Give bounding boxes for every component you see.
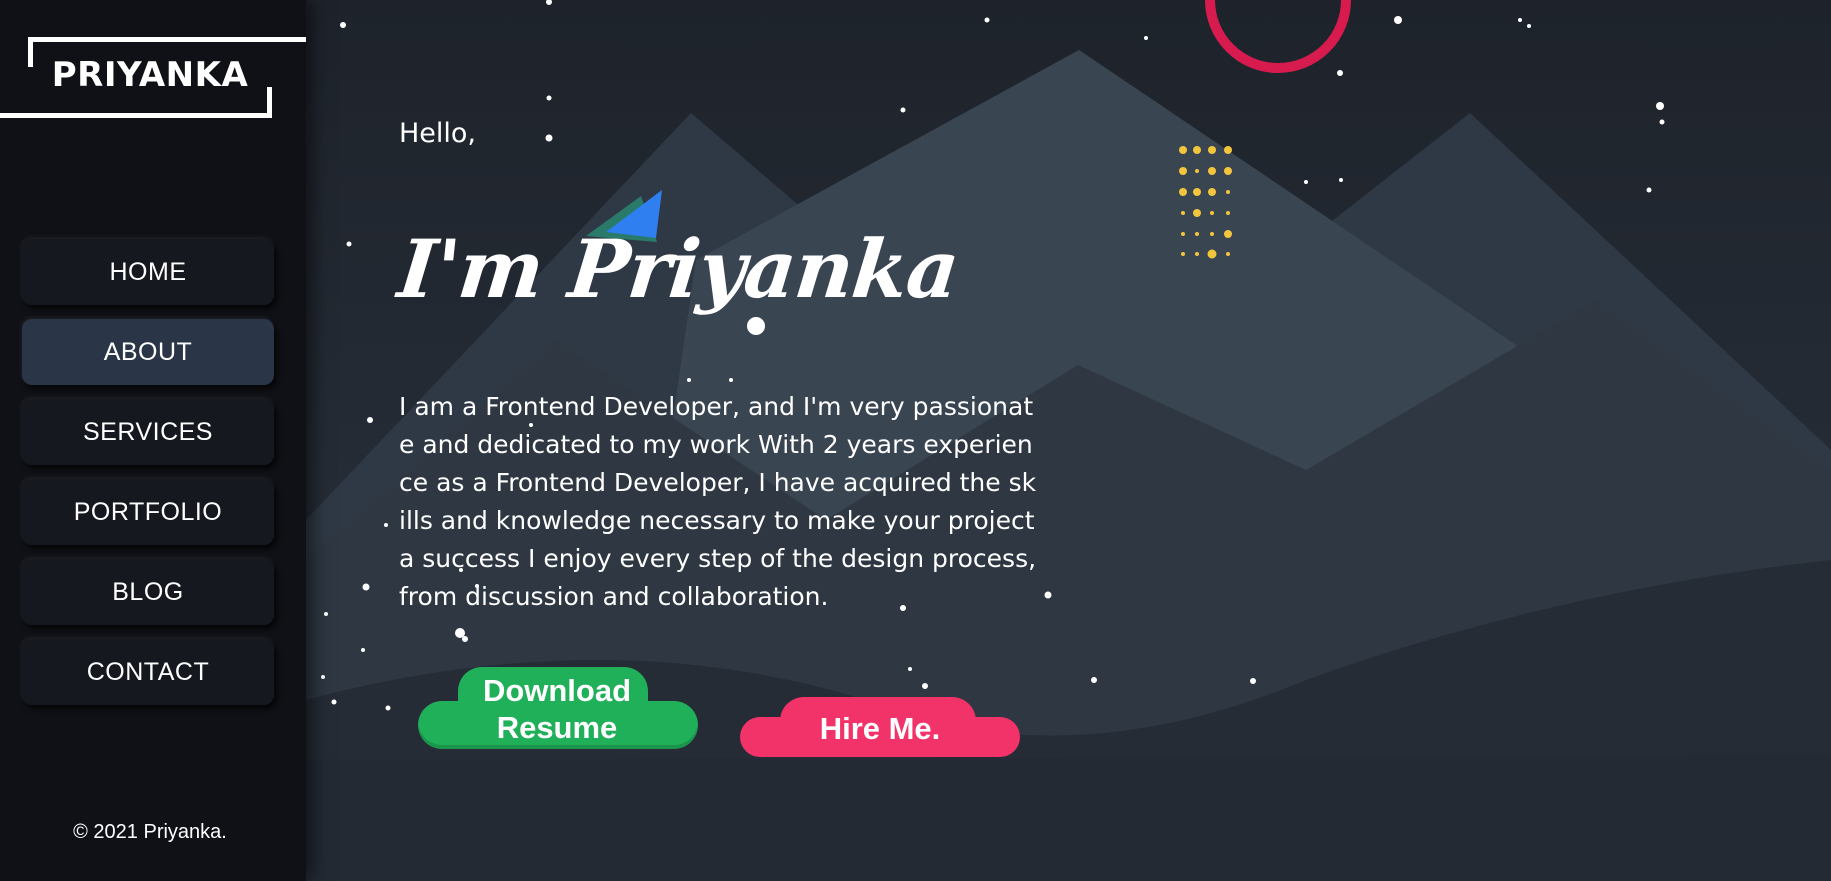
hero-title: I'm Priyanka — [394, 222, 963, 316]
nav-item-about[interactable]: ABOUT — [22, 319, 274, 385]
copyright: © 2021 Priyanka. — [73, 821, 227, 843]
hero-section: Hello, I'm Priyanka I am a Frontend Deve… — [306, 0, 1831, 881]
nav-item-home[interactable]: HOME — [22, 239, 274, 305]
nav-item-blog[interactable]: BLOG — [22, 559, 274, 625]
nav-item-services[interactable]: SERVICES — [22, 399, 274, 465]
download-resume-label: Download Resume — [482, 673, 632, 745]
hire-me-label: Hire Me. — [819, 711, 941, 746]
greeting: Hello, — [399, 118, 477, 149]
download-resume-button[interactable]: Download Resume — [418, 667, 698, 749]
sidebar: PRIYANKA HOME ABOUT SERVICES PORTFOLIO B… — [0, 0, 306, 881]
nav-item-portfolio[interactable]: PORTFOLIO — [22, 479, 274, 545]
logo-text: PRIYANKA — [51, 55, 249, 95]
hire-me-button[interactable]: Hire Me. — [740, 697, 1020, 759]
nav-item-contact[interactable]: CONTACT — [22, 639, 274, 705]
logo-frame-bottom — [0, 113, 272, 118]
logo-frame-top — [28, 37, 306, 42]
hero-description: I am a Frontend Developer, and I'm very … — [399, 392, 1037, 611]
main-nav: HOME ABOUT SERVICES PORTFOLIO BLOG CONTA… — [22, 239, 274, 719]
logo[interactable]: PRIYANKA — [0, 37, 306, 119]
